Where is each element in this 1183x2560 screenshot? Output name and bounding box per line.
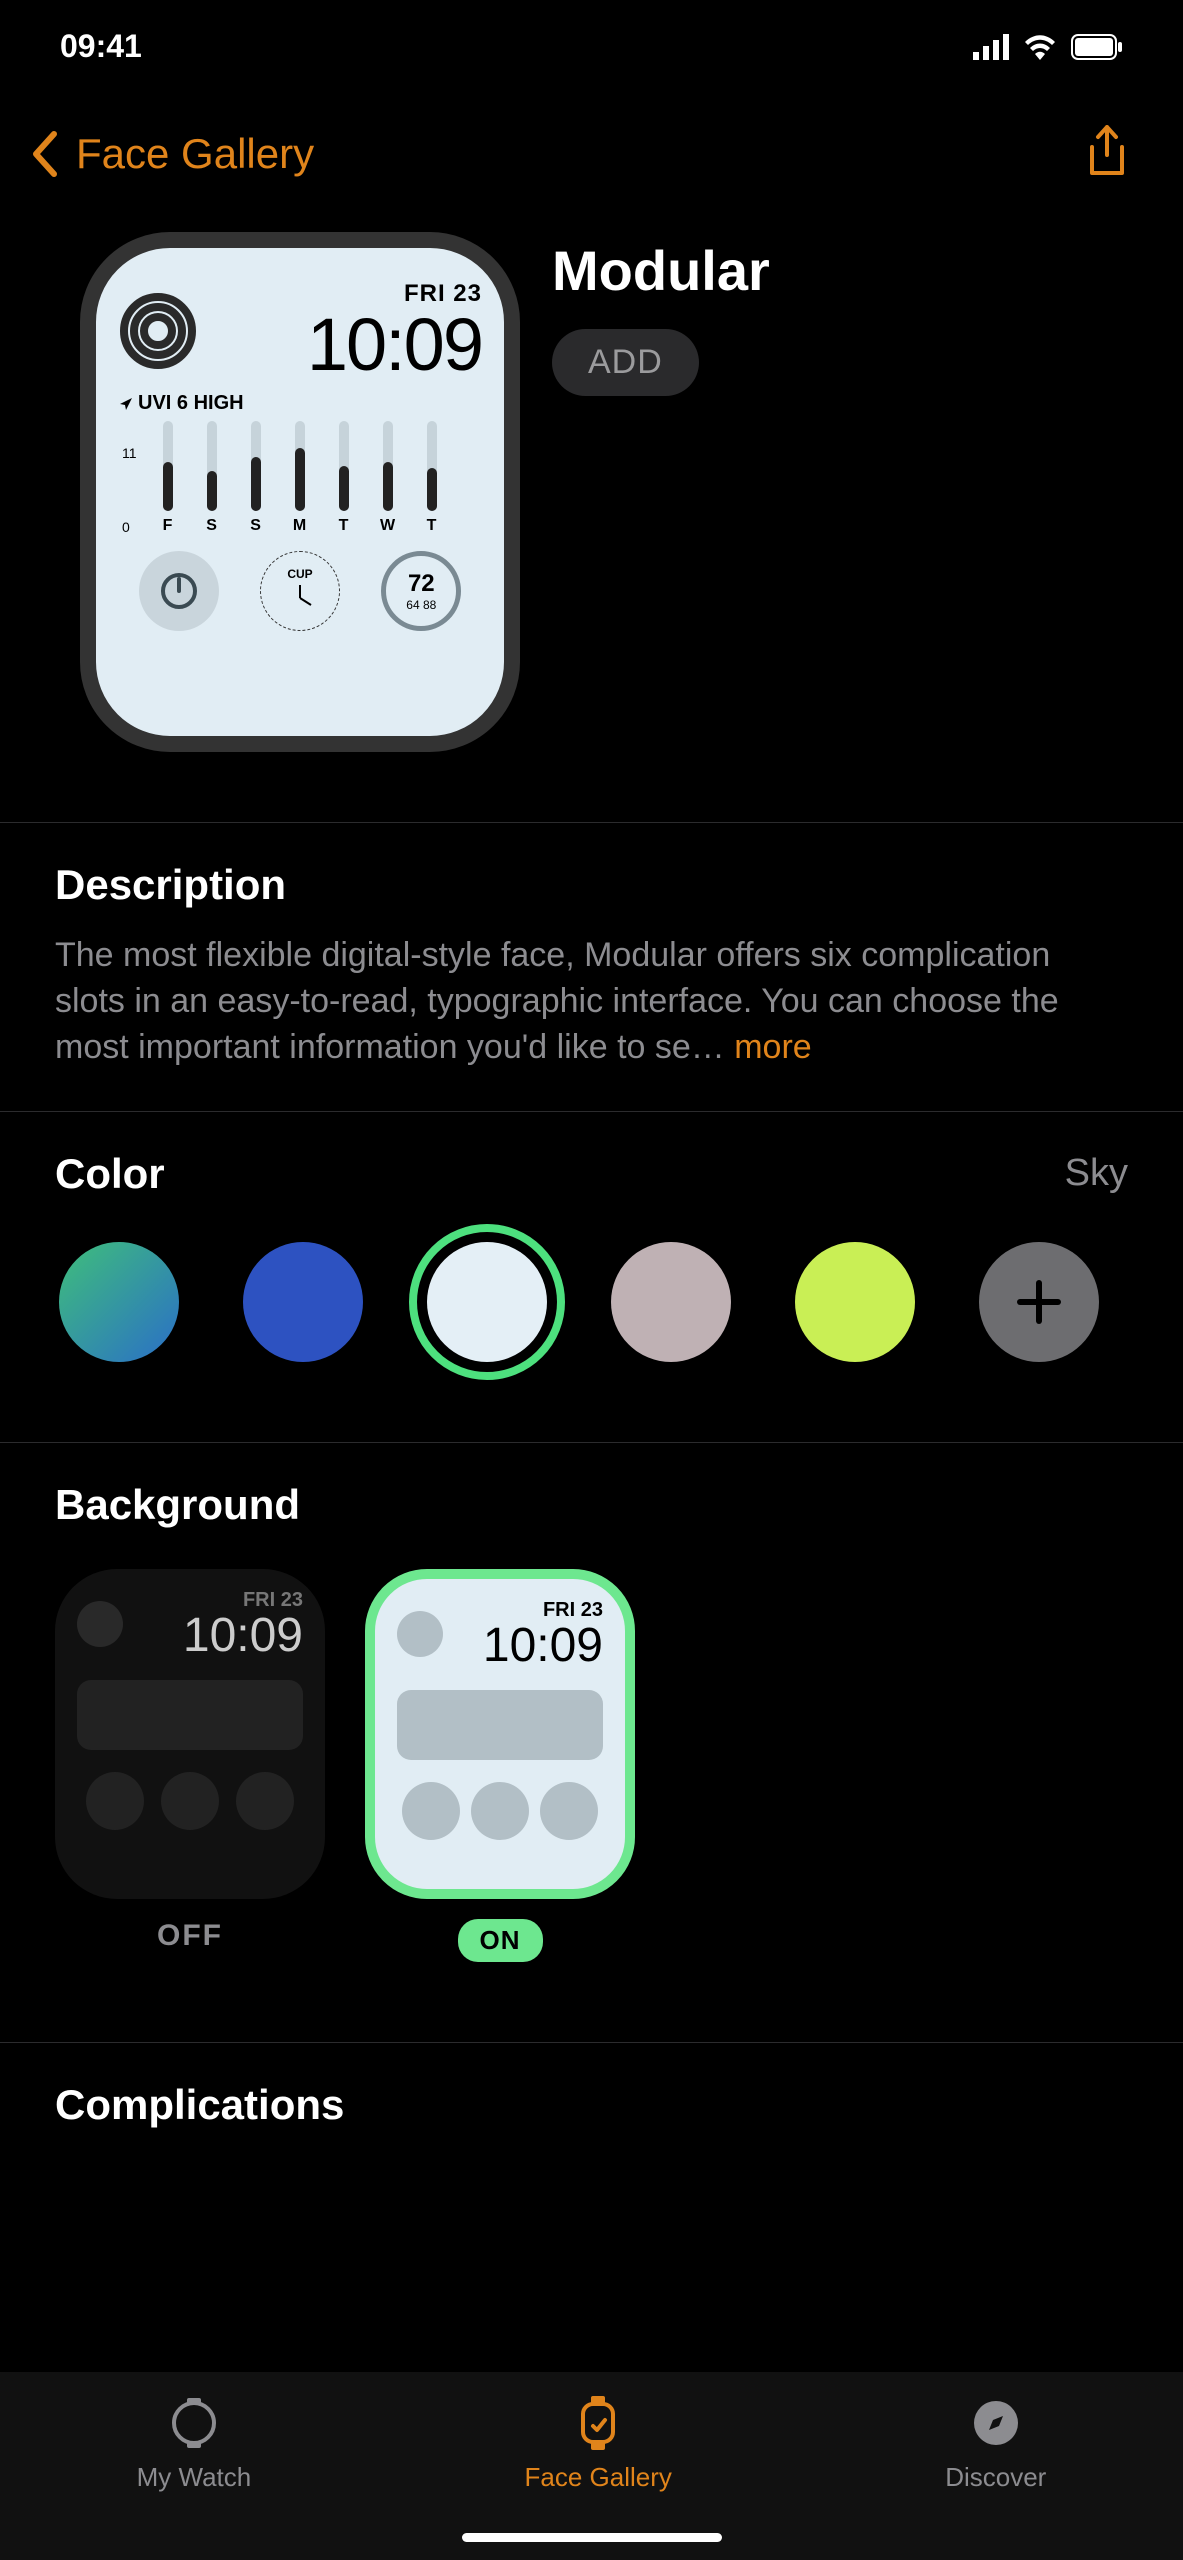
background-on-label: ON (458, 1919, 543, 1962)
activity-rings-icon (118, 291, 198, 371)
description-text: The most flexible digital-style face, Mo… (55, 933, 1128, 1071)
cellular-icon (973, 34, 1009, 60)
color-section: Color Sky (0, 1111, 1183, 1412)
timer-icon (159, 571, 199, 611)
background-option-on[interactable]: FRI 23 10:09 ON (365, 1569, 635, 1962)
more-link[interactable]: more (734, 1028, 811, 1066)
color-swatch-add[interactable] (979, 1242, 1099, 1362)
home-indicator[interactable] (462, 2533, 722, 2542)
preview-time: 10:09 (307, 308, 482, 382)
nav-bar: Face Gallery (0, 85, 1183, 212)
watch-face-preview: FRI 23 10:09 UVI 6 HIGH 11 0 F S S M T W… (80, 232, 520, 752)
tab-bar: My Watch Face Gallery Discover (0, 2372, 1183, 2560)
background-option-off[interactable]: FRI 23 10:09 OFF (55, 1569, 325, 1962)
description-heading: Description (55, 861, 1128, 909)
wifi-icon (1023, 34, 1057, 60)
chevron-left-icon (30, 130, 58, 178)
color-swatch-lime[interactable] (795, 1242, 915, 1362)
share-icon (1086, 125, 1128, 177)
face-title: Modular (552, 238, 770, 303)
face-hero: FRI 23 10:09 UVI 6 HIGH 11 0 F S S M T W… (0, 212, 1183, 792)
tab-face-gallery[interactable]: Face Gallery (525, 2396, 672, 2493)
background-off-label: OFF (157, 1919, 223, 1953)
background-heading: Background (55, 1481, 1128, 1529)
background-section: Background FRI 23 10:09 OFF (0, 1442, 1183, 2012)
compass-icon (969, 2396, 1023, 2450)
color-swatch-teal-gradient[interactable] (59, 1242, 179, 1362)
clock-hands-icon (283, 581, 317, 615)
timer-complication (139, 551, 219, 631)
status-indicators (973, 34, 1123, 60)
tab-discover[interactable]: Discover (945, 2396, 1046, 2493)
cup-complication: CUP (260, 551, 340, 631)
status-time: 09:41 (60, 28, 142, 65)
color-swatch-mauve[interactable] (611, 1242, 731, 1362)
temperature-complication: 72 64 88 (381, 551, 461, 631)
back-button[interactable]: Face Gallery (30, 130, 314, 178)
watch-face-icon (571, 2396, 625, 2450)
back-label: Face Gallery (76, 130, 314, 178)
color-swatch-sky[interactable] (427, 1242, 547, 1362)
color-swatch-row (55, 1242, 1128, 1362)
watch-icon (167, 2396, 221, 2450)
color-selected-name: Sky (1065, 1152, 1128, 1195)
color-swatch-royal-blue[interactable] (243, 1242, 363, 1362)
complications-heading: Complications (55, 2081, 1128, 2129)
complications-section: Complications (0, 2042, 1183, 2139)
location-icon (118, 396, 134, 412)
battery-icon (1071, 34, 1123, 60)
preview-bar-chart: 11 0 F S S M T W T (118, 421, 482, 535)
color-heading: Color (55, 1150, 165, 1198)
share-button[interactable] (1086, 125, 1128, 182)
plus-icon (1014, 1277, 1064, 1327)
tab-my-watch[interactable]: My Watch (137, 2396, 252, 2493)
status-bar: 09:41 (0, 0, 1183, 85)
description-section: Description The most flexible digital-st… (0, 822, 1183, 1081)
preview-uvi: UVI 6 HIGH (118, 392, 482, 415)
add-button[interactable]: ADD (552, 329, 699, 396)
